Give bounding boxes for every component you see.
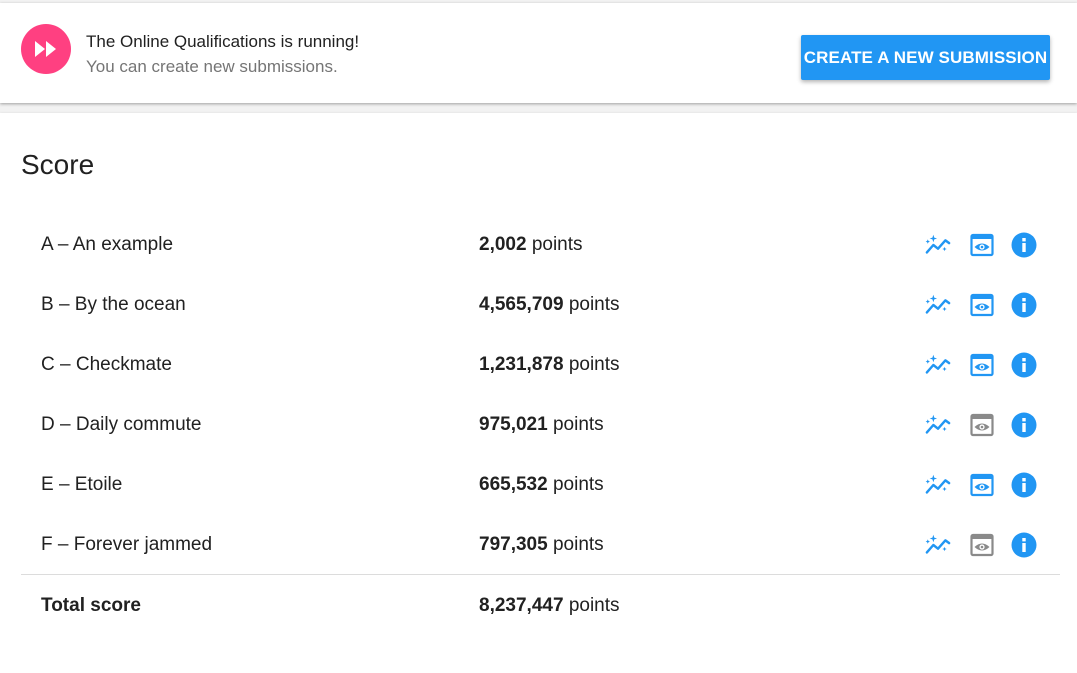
problem-name: E – Etoile: [41, 474, 123, 495]
total-score-number: 8,237,447: [479, 595, 564, 616]
problem-name: A – An example: [41, 234, 174, 255]
problem-score: 1,231,878 points: [479, 354, 620, 376]
create-submission-button[interactable]: CREATE A NEW SUBMISSION: [801, 35, 1050, 80]
view-icon[interactable]: [969, 352, 995, 378]
chart-icon[interactable]: [925, 292, 951, 318]
problem-score-number: 2,002: [479, 234, 527, 255]
problem-name: B – By the ocean: [41, 294, 186, 315]
total-score-label: Total score: [41, 595, 141, 616]
problem-score: 4,565,709 points: [479, 294, 620, 316]
problem-score-number: 1,231,878: [479, 354, 564, 375]
banner-title: The Online Qualifications is running!: [86, 32, 360, 51]
problem-name: D – Daily commute: [41, 414, 202, 435]
view-icon: [969, 532, 995, 558]
problem-score-number: 975,021: [479, 414, 548, 435]
info-icon[interactable]: [1011, 292, 1037, 318]
score-row: A – An example 2,002 points: [21, 214, 1060, 274]
view-icon[interactable]: [969, 472, 995, 498]
problem-score-unit: points: [552, 534, 604, 555]
problem-score-unit: points: [568, 294, 620, 315]
score-row: D – Daily commute 975,021 points: [21, 394, 1060, 454]
chart-icon[interactable]: [925, 232, 951, 258]
problem-score-number: 665,532: [479, 474, 548, 495]
problem-name: C – Checkmate: [41, 354, 172, 375]
score-row: B – By the ocean 4,565,709 points: [21, 274, 1060, 334]
banner-subtitle: You can create new submissions.: [86, 57, 338, 76]
score-row: F – Forever jammed 797,305 points: [21, 514, 1060, 574]
info-icon[interactable]: [1011, 352, 1037, 378]
problem-score: 665,532 points: [479, 474, 604, 496]
chart-icon[interactable]: [925, 472, 951, 498]
info-icon[interactable]: [1011, 232, 1037, 258]
problem-name: F – Forever jammed: [41, 534, 213, 555]
chart-icon[interactable]: [925, 352, 951, 378]
problem-score: 2,002 points: [479, 234, 583, 256]
chart-icon[interactable]: [925, 412, 951, 438]
total-score-value: 8,237,447 points: [479, 595, 620, 617]
view-icon[interactable]: [969, 292, 995, 318]
problem-score-number: 797,305: [479, 534, 548, 555]
problem-score-unit: points: [568, 354, 620, 375]
info-icon[interactable]: [1011, 412, 1037, 438]
problem-score-unit: points: [552, 474, 604, 495]
chart-icon[interactable]: [925, 532, 951, 558]
info-icon[interactable]: [1011, 532, 1037, 558]
view-icon: [969, 412, 995, 438]
score-row: C – Checkmate 1,231,878 points: [21, 334, 1060, 394]
problem-score-unit: points: [552, 414, 604, 435]
total-score-unit: points: [568, 595, 620, 616]
problem-score: 797,305 points: [479, 534, 604, 556]
view-icon[interactable]: [969, 232, 995, 258]
score-card: Score A – An example 2,002 points B – By …: [0, 113, 1077, 673]
fast-forward-icon: [21, 24, 71, 74]
status-banner: The Online Qualifications is running! Yo…: [0, 3, 1077, 103]
info-icon[interactable]: [1011, 472, 1037, 498]
problem-score-unit: points: [531, 234, 583, 255]
problem-score-number: 4,565,709: [479, 294, 564, 315]
problem-score: 975,021 points: [479, 414, 604, 436]
score-row: E – Etoile 665,532 points: [21, 454, 1060, 514]
score-title: Score: [21, 149, 95, 180]
divider: [21, 574, 1060, 575]
